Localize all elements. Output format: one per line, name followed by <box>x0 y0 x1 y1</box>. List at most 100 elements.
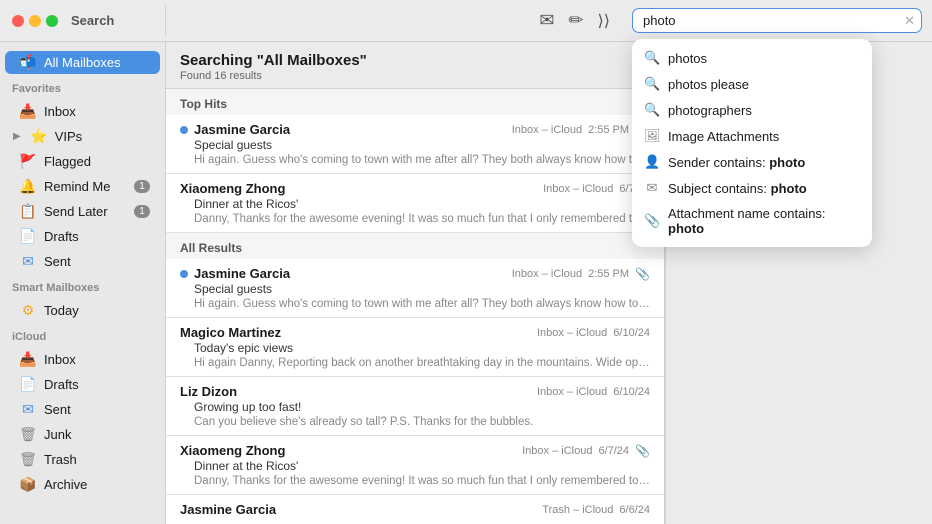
email-item-all-1[interactable]: Jasmine Garcia Inbox – iCloud 2:55 PM 📎 … <box>166 259 664 318</box>
dropdown-item-sender-contains[interactable]: 👤 Sender contains: photo <box>632 149 872 175</box>
flag-icon: 🚩 <box>19 153 37 170</box>
dropdown-item-photos[interactable]: 🔍 photos <box>632 45 872 71</box>
icloud-inbox-icon: 📥 <box>19 351 37 368</box>
search-wrapper: ✕ 🔍 photos 🔍 photos please 🔍 photographe… <box>632 8 922 33</box>
search-icon: 🔍 <box>644 76 660 92</box>
sidebar-item-label: Archive <box>44 477 87 492</box>
email-item-all-2[interactable]: Magico Martinez Inbox – iCloud 6/10/24 T… <box>166 318 664 377</box>
search-input[interactable] <box>632 8 922 33</box>
email-sender: Jasmine Garcia <box>180 122 290 137</box>
email-sender: Magico Martinez <box>180 325 281 340</box>
email-mailbox: Inbox – iCloud <box>537 386 607 398</box>
sidebar-item-label: Send Later <box>44 204 108 219</box>
email-meta: Inbox – iCloud 2:55 PM 📎 <box>512 123 650 137</box>
email-mailbox: Inbox – iCloud <box>543 183 613 195</box>
sent-icon: ✉ <box>19 253 37 270</box>
traffic-light-red[interactable] <box>12 15 24 27</box>
email-meta: Inbox – iCloud 6/10/24 <box>537 386 650 398</box>
sidebar-item-icloud-drafts[interactable]: 📄 Drafts <box>5 373 160 396</box>
email-sender: Jasmine Garcia <box>180 502 276 517</box>
sidebar-item-remind-me[interactable]: 🔔 Remind Me 1 <box>5 175 160 198</box>
sidebar-item-label: Today <box>44 303 79 318</box>
email-item-all-3[interactable]: Liz Dizon Inbox – iCloud 6/10/24 Growing… <box>166 377 664 436</box>
sidebar-item-label: Drafts <box>44 229 79 244</box>
all-mailboxes-icon: 📬 <box>19 54 37 71</box>
traffic-light-green[interactable] <box>46 15 58 27</box>
email-date: 6/10/24 <box>613 386 650 398</box>
dropdown-item-photographers[interactable]: 🔍 photographers <box>632 97 872 123</box>
email-date: 2:55 PM <box>588 268 629 280</box>
email-subject: Dinner at the Ricos' <box>180 197 650 211</box>
compose-icon[interactable]: ✏ <box>568 10 583 31</box>
traffic-light-yellow[interactable] <box>29 15 41 27</box>
sidebar-item-icloud-junk[interactable]: 🗑 Junk <box>5 423 160 446</box>
email-item-all-5[interactable]: Jasmine Garcia Trash – iCloud 6/6/24 <box>166 495 664 524</box>
person-icon: 👤 <box>644 154 660 170</box>
sidebar-item-label: Sent <box>44 254 71 269</box>
image-icon: 🖼 <box>644 128 660 144</box>
sidebar: 📬 All Mailboxes Favorites 📥 Inbox ▶ ⭐ VI… <box>0 42 166 524</box>
section-all-results: All Results <box>166 233 664 259</box>
favorites-label: Favorites <box>0 75 165 99</box>
dropdown-item-attachment-contains[interactable]: 📎 Attachment name contains: photo <box>632 201 872 241</box>
main-subtitle: Found 16 results <box>180 70 650 82</box>
sidebar-item-label: VIPs <box>55 129 82 144</box>
main-header: Searching "All Mailboxes" Found 16 resul… <box>166 42 664 89</box>
dropdown-item-image-attachments[interactable]: 🖼 Image Attachments <box>632 123 872 149</box>
email-subject: Dinner at the Ricos' <box>180 459 650 473</box>
email-date: 6/7/24 <box>598 445 629 457</box>
search-clear-button[interactable]: ✕ <box>904 13 915 29</box>
email-meta: Trash – iCloud 6/6/24 <box>542 504 650 516</box>
email-meta: Inbox – iCloud 6/7/24 📎 <box>522 444 650 458</box>
email-meta: Inbox – iCloud 2:55 PM 📎 <box>512 267 650 281</box>
star-icon: ⭐ <box>30 128 48 145</box>
sidebar-item-flagged[interactable]: 🚩 Flagged <box>5 150 160 173</box>
dropdown-item-subject-contains[interactable]: ✉ Subject contains: photo <box>632 175 872 201</box>
sidebar-item-sent[interactable]: ✉ Sent <box>5 250 160 273</box>
paperclip-icon: 📎 <box>635 444 650 458</box>
email-subject: Growing up too fast! <box>180 400 650 414</box>
expand-icon[interactable]: ⟩⟩ <box>598 11 610 31</box>
sidebar-item-today[interactable]: ⚙ Today <box>5 299 160 322</box>
email-preview: Can you believe she's already so tall? P… <box>180 416 650 428</box>
email-preview: Hi again. Guess who's coming to town wit… <box>180 154 650 166</box>
sidebar-item-all-mailboxes[interactable]: 📬 All Mailboxes <box>5 51 160 74</box>
sidebar-item-send-later[interactable]: 📋 Send Later 1 <box>5 200 160 223</box>
sidebar-item-label: Remind Me <box>44 179 110 194</box>
icloud-drafts-icon: 📄 <box>19 376 37 393</box>
chevron-icon: ▶ <box>13 131 21 142</box>
dropdown-text-photographers: photographers <box>668 103 752 118</box>
mail-icon[interactable]: ✉ <box>539 10 554 31</box>
archive-icon: 📦 <box>19 476 37 493</box>
main-panel: Searching "All Mailboxes" Found 16 resul… <box>166 42 665 524</box>
email-item-top-1[interactable]: Jasmine Garcia Inbox – iCloud 2:55 PM 📎 … <box>166 115 664 174</box>
email-item-all-4[interactable]: Xiaomeng Zhong Inbox – iCloud 6/7/24 📎 D… <box>166 436 664 495</box>
drafts-icon: 📄 <box>19 228 37 245</box>
sidebar-item-label: Flagged <box>44 154 91 169</box>
remind-icon: 🔔 <box>19 178 37 195</box>
today-icon: ⚙ <box>19 302 37 319</box>
email-mailbox: Inbox – iCloud <box>512 124 582 136</box>
sidebar-item-icloud-trash[interactable]: 🗑 Trash <box>5 448 160 471</box>
email-meta: Inbox – iCloud 6/10/24 <box>537 327 650 339</box>
unread-dot <box>180 126 188 134</box>
dropdown-item-photos-please[interactable]: 🔍 photos please <box>632 71 872 97</box>
sidebar-item-drafts[interactable]: 📄 Drafts <box>5 225 160 248</box>
email-sender: Liz Dizon <box>180 384 237 399</box>
icloud-label: iCloud <box>0 323 165 347</box>
sidebar-item-vips[interactable]: ▶ ⭐ VIPs <box>5 125 160 148</box>
sidebar-item-label: Inbox <box>44 104 76 119</box>
sidebar-item-icloud-inbox[interactable]: 📥 Inbox <box>5 348 160 371</box>
email-item-top-2[interactable]: Xiaomeng Zhong Inbox – iCloud 6/7/24 Din… <box>166 174 664 233</box>
sidebar-item-inbox[interactable]: 📥 Inbox <box>5 100 160 123</box>
sidebar-item-label: Junk <box>44 427 71 442</box>
envelope-icon: ✉ <box>644 180 660 196</box>
junk-icon: 🗑 <box>19 426 37 443</box>
sidebar-item-icloud-archive[interactable]: 📦 Archive <box>5 473 160 496</box>
search-icon: 🔍 <box>644 50 660 66</box>
sidebar-header: Search <box>0 5 166 36</box>
email-subject: Special guests <box>180 138 650 152</box>
sidebar-item-icloud-sent[interactable]: ✉ Sent <box>5 398 160 421</box>
search-bar-area: ✕ 🔍 photos 🔍 photos please 🔍 photographe… <box>622 0 932 41</box>
email-sender: Xiaomeng Zhong <box>180 443 285 458</box>
